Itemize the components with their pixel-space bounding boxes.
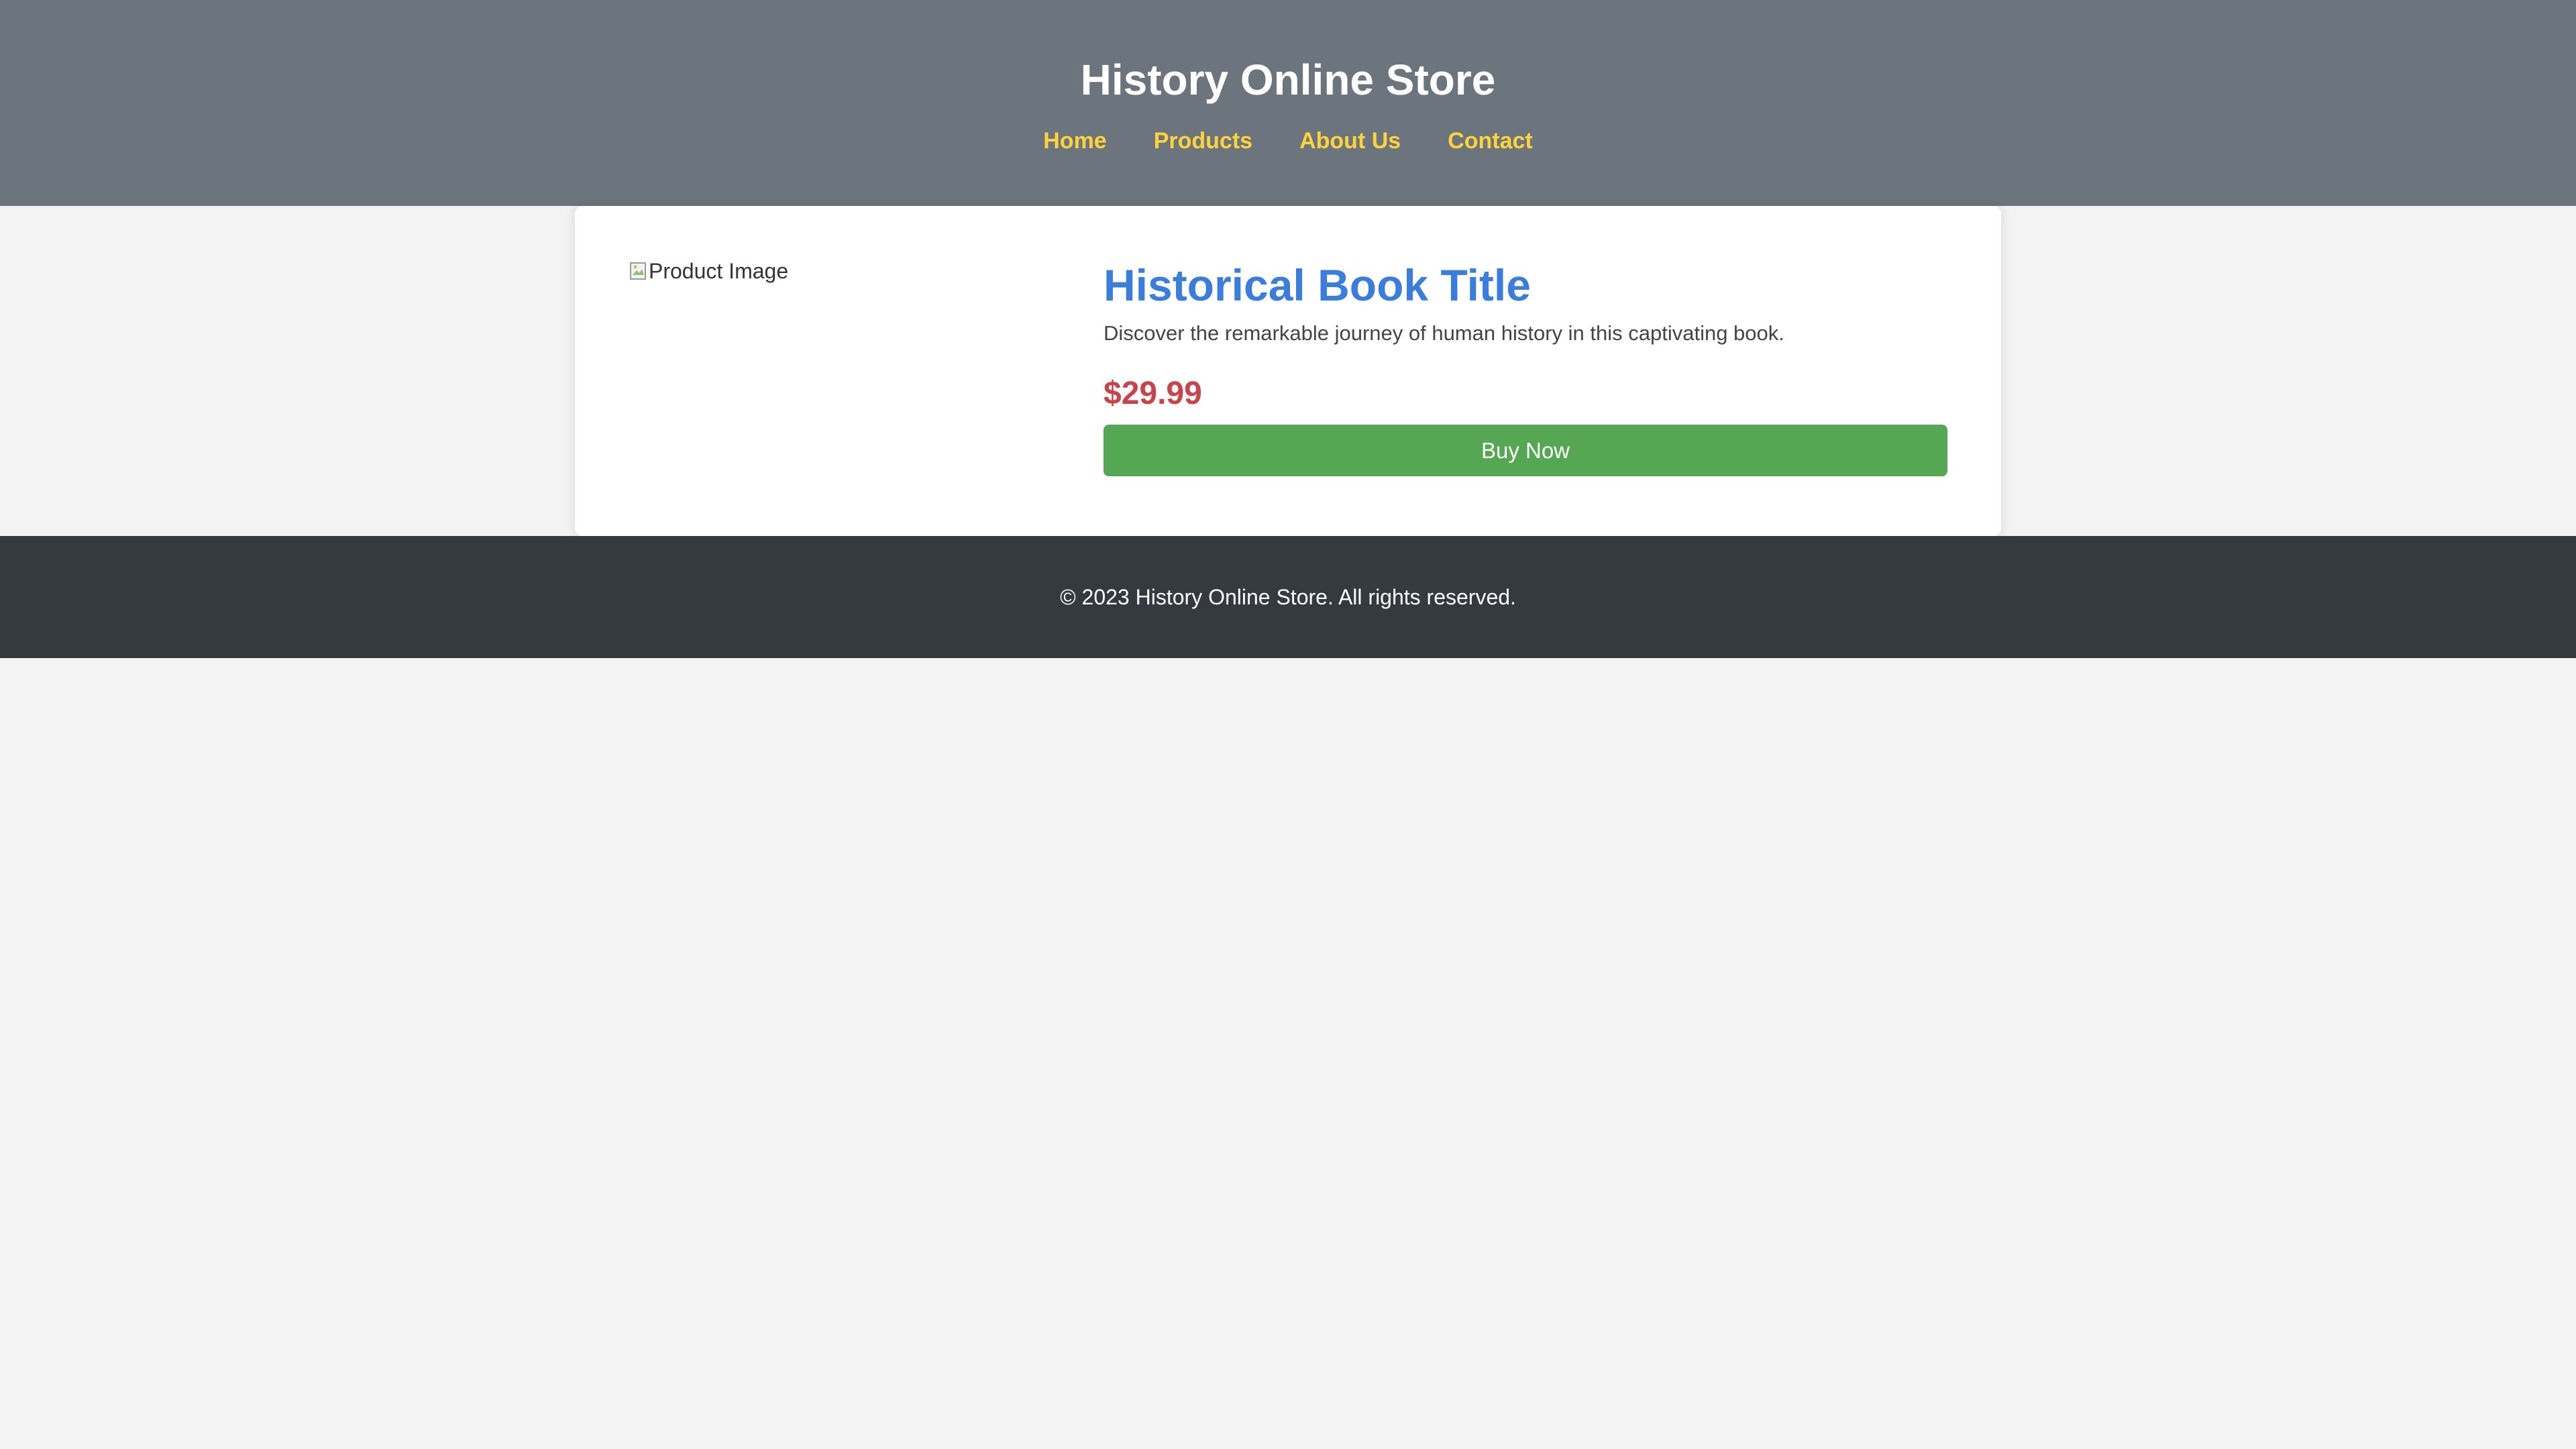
product-info: Historical Book Title Discover the remar… [1104,258,1947,476]
nav-link-products[interactable]: Products [1154,127,1252,154]
product-image: Product Image [629,258,788,284]
product-price: $29.99 [1104,376,1202,411]
product-title: Historical Book Title [1104,260,1531,310]
product-image-alt-text: Product Image [649,259,789,283]
broken-image-icon [629,260,649,282]
product-card: Product Image Historical Book Title Disc… [575,206,2001,536]
buy-now-button[interactable]: Buy Now [1104,425,1947,476]
site-footer: © 2023 History Online Store. All rights … [0,536,2576,658]
main-nav: Home Products About Us Contact [0,127,2576,154]
product-description: Discover the remarkable journey of human… [1104,321,1784,345]
site-header: History Online Store Home Products About… [0,0,2576,206]
nav-link-contact[interactable]: Contact [1448,127,1533,154]
nav-link-home[interactable]: Home [1043,127,1106,154]
site-title: History Online Store [1080,56,1496,104]
nav-link-about-us[interactable]: About Us [1299,127,1401,154]
footer-copyright: © 2023 History Online Store. All rights … [1060,585,1516,609]
